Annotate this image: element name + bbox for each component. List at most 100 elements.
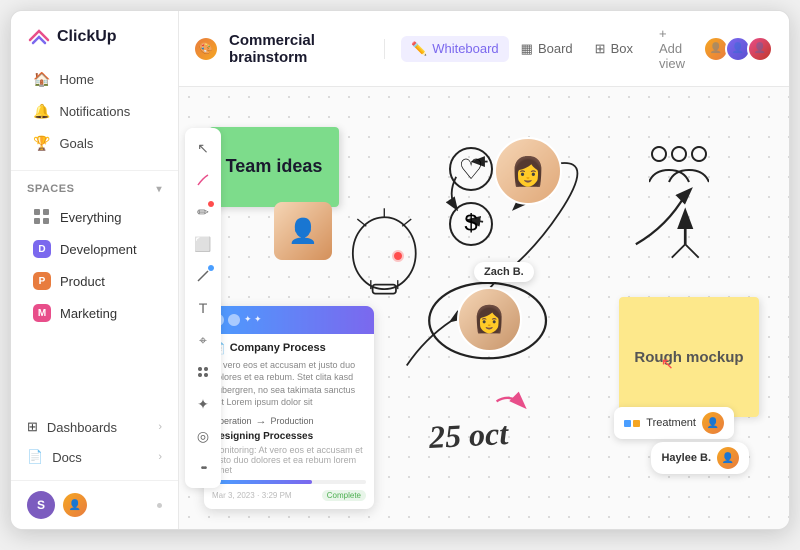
date-label: 25 oct — [428, 415, 509, 456]
space-label: Marketing — [60, 306, 117, 321]
whiteboard-icon: ✏️ — [411, 41, 427, 57]
haylee-label: Haylee B. — [661, 452, 711, 464]
sticky-note-green[interactable]: Team ideas — [209, 127, 339, 207]
topbar: 🎨 Commercial brainstorm ✏️ Whiteboard ▦ … — [179, 11, 789, 87]
nav-section: 🏠 Home 🔔 Notifications 🏆 Goals — [11, 59, 178, 164]
arrow-icon: → — [256, 415, 267, 427]
pen-tool[interactable]: ✏ — [189, 198, 217, 226]
dashboards-label: Dashboards — [47, 420, 117, 435]
view-tabs: ✏️ Whiteboard ▦ Board ⊞ Box + Add view — [401, 21, 695, 76]
avatar-3: 👤 — [747, 36, 773, 62]
tab-label: Whiteboard — [432, 41, 498, 56]
sidebar-item-goals[interactable]: 🏆 Goals — [17, 128, 172, 159]
card-foot: Monitoring: At vero eos et accusam et ju… — [212, 445, 366, 475]
sticky-yellow-text: Rough mockup — [634, 349, 743, 366]
card-row: Operation → Production — [212, 415, 366, 427]
more-tool[interactable]: ••• — [189, 454, 217, 482]
card-desc: At vero eos et accusam et justo duo dolo… — [212, 359, 366, 409]
canvas-area[interactable]: ↖ ✏ ⬜ T ⌖ ✦ ◎ • — [179, 87, 789, 529]
image-tool[interactable]: ⌖ — [189, 326, 217, 354]
user-avatar: S — [27, 491, 55, 519]
doodle-heart-icon: ♡ — [449, 147, 493, 191]
card-header: ✦ ✦ — [204, 306, 374, 334]
docs-icon: 📄 — [27, 449, 43, 465]
progress-fill — [212, 480, 312, 484]
tab-whiteboard[interactable]: ✏️ Whiteboard — [401, 36, 509, 62]
text-tool[interactable]: T — [189, 294, 217, 322]
chevron-right-icon: › — [158, 451, 162, 463]
sidebar-item-dashboards[interactable]: ⊞ Dashboards › — [11, 412, 178, 442]
header-text: ✦ ✦ — [244, 314, 262, 325]
haylee-badge[interactable]: Haylee B. 👤 — [651, 442, 749, 474]
globe-tool[interactable]: ◎ — [189, 422, 217, 450]
user-photo: 👤 — [63, 493, 87, 517]
box-icon: ⊞ — [595, 41, 606, 57]
active-indicator — [208, 265, 214, 271]
tab-label: Board — [538, 41, 573, 56]
sidebar-item-product[interactable]: P Product — [17, 266, 172, 296]
sticky-note-yellow[interactable]: Rough mockup — [619, 297, 759, 417]
sidebar-item-marketing[interactable]: M Marketing — [17, 298, 172, 328]
dot-blue — [624, 420, 631, 427]
card-bottom: Mar 3, 2023 · 3:29 PM Complete — [212, 487, 366, 501]
hand-tool[interactable] — [189, 166, 217, 194]
card-title: 📄 Company Process — [212, 342, 366, 355]
separator — [384, 39, 385, 59]
header-icon — [228, 314, 240, 326]
home-icon: 🏠 — [33, 71, 50, 88]
cursor-pointer-icon: ↖ — [661, 354, 674, 374]
doodle-dollar-icon: $ — [449, 202, 493, 246]
add-view-button[interactable]: + Add view — [649, 21, 695, 76]
haylee-avatar: 👤 — [717, 447, 739, 469]
card-body: 📄 Company Process At vero eos et accusam… — [204, 334, 374, 509]
chevron-right-icon: › — [158, 421, 162, 433]
progress-bar — [212, 480, 366, 484]
sidebar-item-development[interactable]: D Development — [17, 234, 172, 264]
product-icon: P — [33, 272, 51, 290]
space-label: Development — [60, 242, 137, 257]
person-face-3: 👩 — [459, 289, 520, 350]
treatment-badge[interactable]: Treatment 👤 — [614, 407, 734, 439]
tab-board[interactable]: ▦ Board — [511, 36, 583, 62]
dev-icon: D — [33, 240, 51, 258]
space-label: Product — [60, 274, 105, 289]
clickup-logo-icon — [27, 25, 51, 49]
everything-icon — [33, 208, 51, 226]
spaces-header: Spaces ▾ — [11, 177, 178, 201]
marketing-icon: M — [33, 304, 51, 322]
card-subtitle: Designing Processes — [212, 431, 366, 442]
cursor-tool[interactable]: ↖ — [189, 134, 217, 162]
person-face-1: 👤 — [274, 202, 332, 260]
tab-box[interactable]: ⊞ Box — [585, 36, 643, 62]
dashboards-icon: ⊞ — [27, 419, 38, 435]
logo-text: ClickUp — [57, 28, 117, 46]
divider — [11, 170, 178, 171]
complete-badge: Complete — [322, 490, 366, 501]
sidebar-item-docs[interactable]: 📄 Docs › — [11, 442, 178, 472]
sidebar-item-label: Home — [59, 72, 94, 87]
sidebar-item-notifications[interactable]: 🔔 Notifications — [17, 96, 172, 127]
line-tool[interactable] — [189, 262, 217, 290]
docs-label: Docs — [52, 450, 82, 465]
zach-badge[interactable]: Zach B. — [474, 262, 534, 282]
shapes-tool[interactable]: ⬜ — [189, 230, 217, 258]
row-right: Production — [271, 416, 314, 426]
more-dot[interactable] — [157, 503, 162, 508]
sidebar-footer: S 👤 — [11, 480, 178, 529]
ai-tool[interactable]: ✦ — [189, 390, 217, 418]
main-content: 🎨 Commercial brainstorm ✏️ Whiteboard ▦ … — [179, 11, 789, 529]
widgets-tool[interactable] — [189, 358, 217, 386]
spaces-label: Spaces — [27, 183, 74, 195]
sticky-green-text: Team ideas — [226, 156, 323, 178]
sidebar-item-everything[interactable]: Everything — [17, 202, 172, 232]
red-pin — [394, 252, 402, 260]
goals-icon: 🏆 — [33, 135, 50, 152]
board-icon: ▦ — [521, 41, 533, 57]
treatment-label: Treatment — [646, 417, 696, 429]
sidebar: ClickUp 🏠 Home 🔔 Notifications 🏆 Goals S… — [11, 11, 179, 529]
logo[interactable]: ClickUp — [11, 11, 178, 59]
page-title: Commercial brainstorm — [229, 32, 368, 66]
chevron-down-icon[interactable]: ▾ — [156, 184, 162, 195]
company-card[interactable]: ✦ ✦ 📄 Company Process At vero eos et acc… — [204, 306, 374, 509]
sidebar-item-home[interactable]: 🏠 Home — [17, 64, 172, 95]
